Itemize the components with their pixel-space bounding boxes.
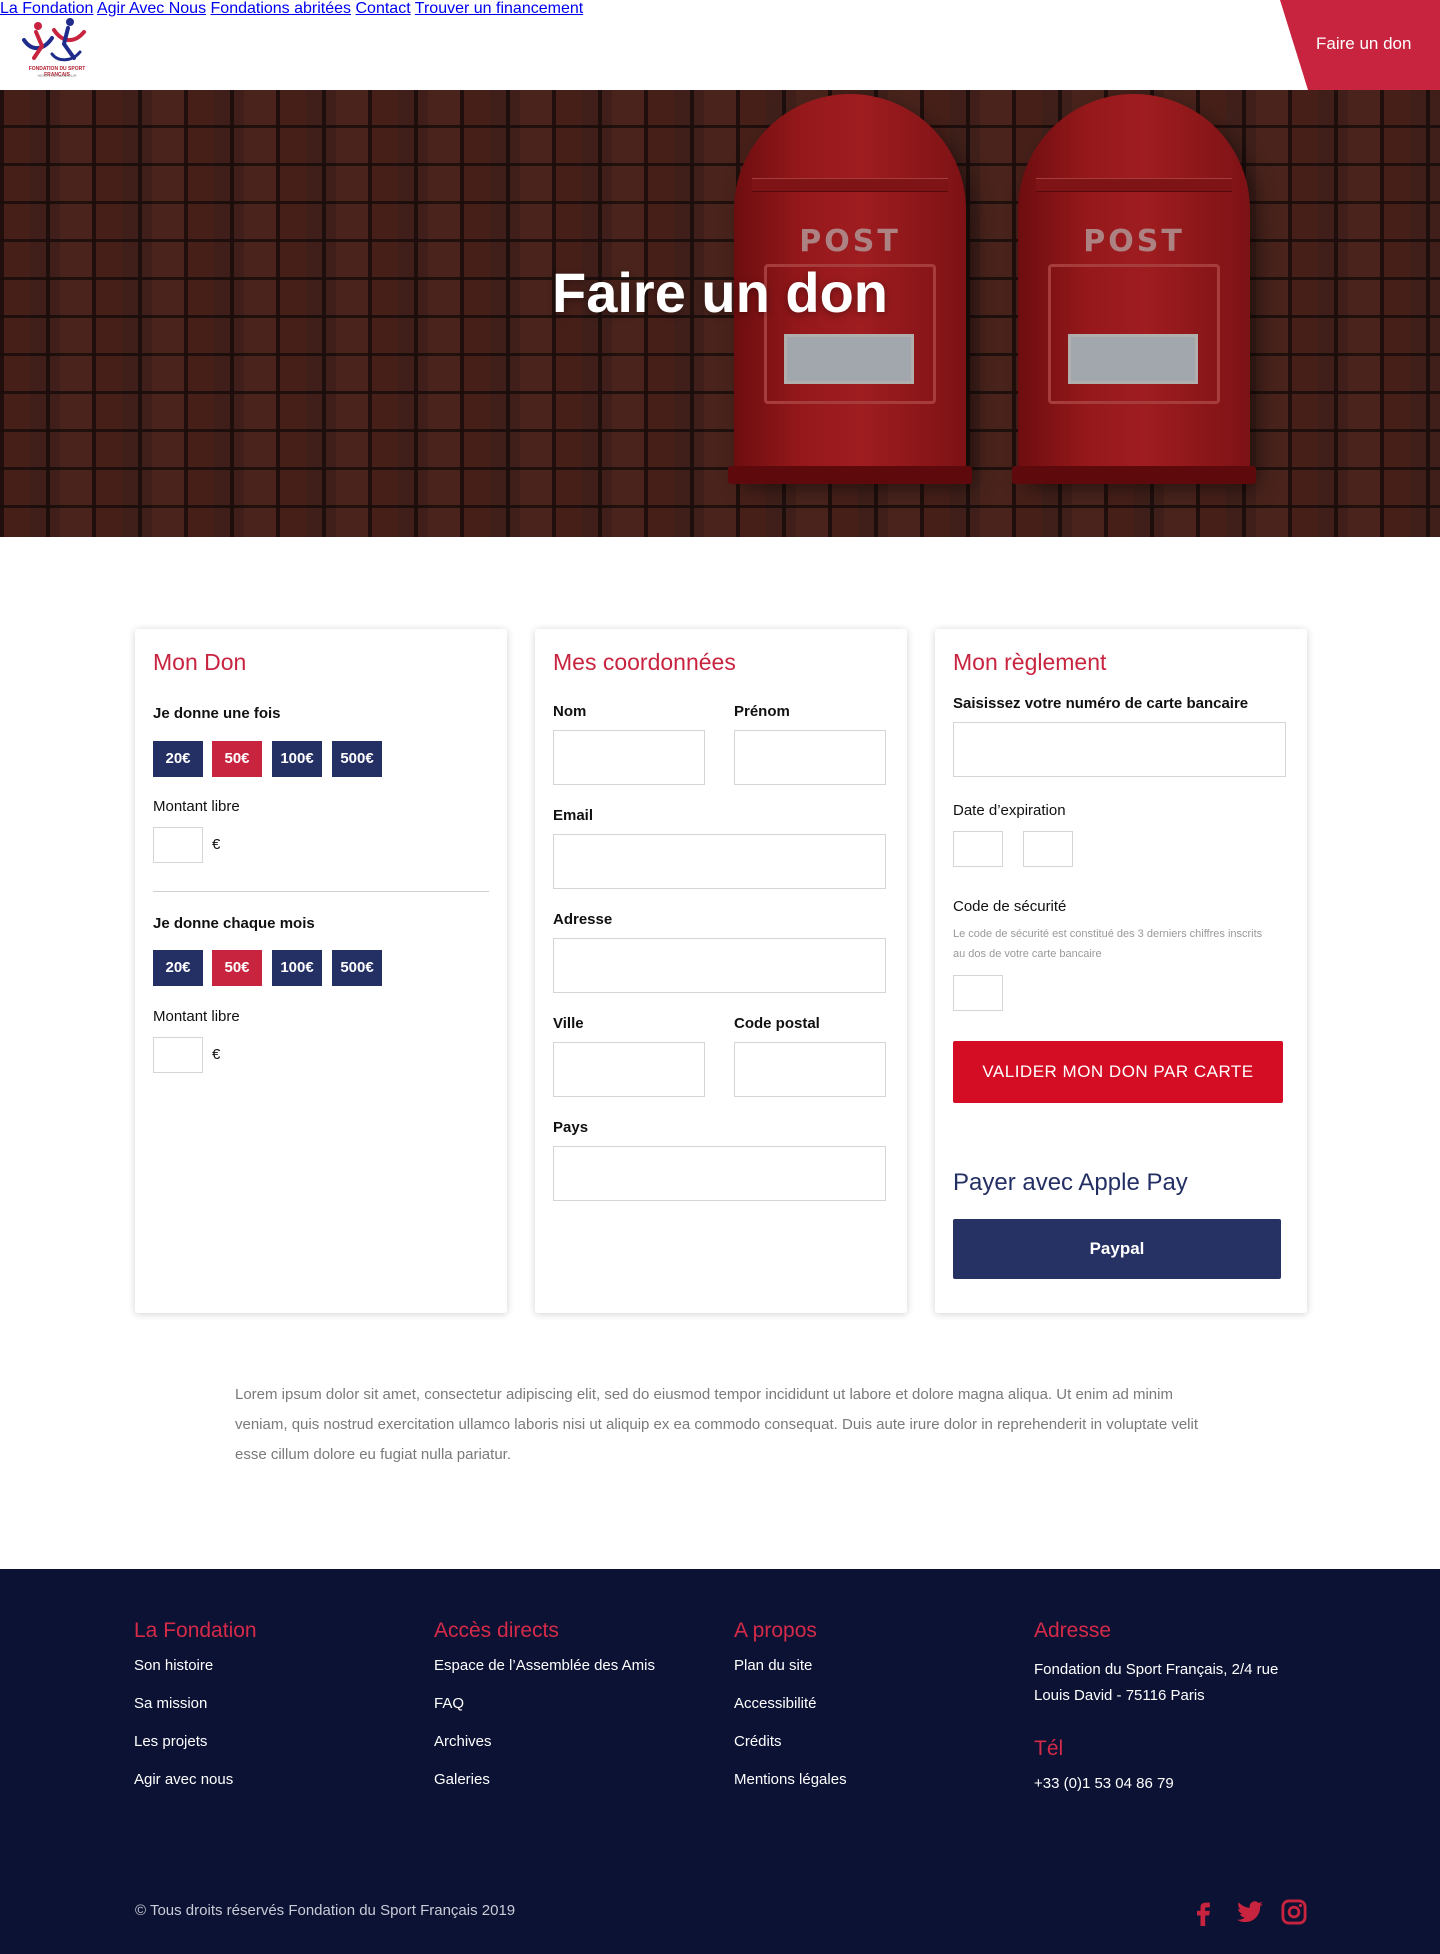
email-field[interactable] — [553, 834, 886, 889]
footer-link-accessibilite[interactable]: Accessibilité — [734, 1695, 847, 1733]
footer-col-title: La Fondation — [134, 1619, 257, 1642]
once-label: Je donne une fois — [153, 705, 281, 722]
code-postal-field[interactable] — [734, 1042, 886, 1097]
expiry-label: Date d’expiration — [953, 802, 1066, 819]
email-label: Email — [553, 807, 594, 824]
once-amount-50[interactable]: 50€ — [212, 741, 262, 777]
hero-banner: POST POST Faire un don — [0, 90, 1440, 537]
footer-link-mentions-legales[interactable]: Mentions légales — [734, 1771, 847, 1809]
page-title: Faire un don — [552, 261, 888, 324]
expiry-month-field[interactable] — [953, 831, 1003, 867]
logo-subtext: HENRI SÉRANDOUR — [37, 73, 77, 78]
ville-field[interactable] — [553, 1042, 705, 1097]
footer-link-sa-mission[interactable]: Sa mission — [134, 1695, 257, 1733]
footer-link-son-histoire[interactable]: Son histoire — [134, 1657, 257, 1695]
monthly-amount-20[interactable]: 20€ — [153, 950, 203, 986]
footer-col-apropos: A propos Plan du site Accessibilité Créd… — [734, 1619, 847, 1809]
adresse-label: Adresse — [553, 911, 613, 928]
address-title: Adresse — [1034, 1619, 1112, 1642]
footer-link-credits[interactable]: Crédits — [734, 1733, 847, 1771]
validate-card-button[interactable]: VALIDER MON DON PAR CARTE — [953, 1041, 1283, 1103]
footer-link-archives[interactable]: Archives — [434, 1733, 655, 1771]
nom-label: Nom — [553, 703, 587, 720]
header-donate-button[interactable]: Faire un don — [1280, 0, 1440, 90]
pays-label: Pays — [553, 1119, 589, 1136]
once-free-amount-input[interactable] — [153, 827, 203, 863]
divider — [153, 891, 489, 892]
once-amount-100[interactable]: 100€ — [272, 741, 322, 777]
site-footer: La Fondation Son histoire Sa mission Les… — [0, 1569, 1440, 1954]
monthly-free-amount-label: Montant libre — [153, 1008, 240, 1025]
once-free-amount-label: Montant libre — [153, 798, 240, 815]
cvv-label: Code de sécurité — [953, 898, 1067, 915]
address-text: Fondation du Sport Français, 2/4 rue Lou… — [1034, 1661, 1279, 1704]
paypal-button[interactable]: Paypal — [953, 1219, 1281, 1279]
nav-contact[interactable]: Contact — [356, 0, 411, 17]
instagram-icon[interactable] — [1280, 1898, 1308, 1926]
intro-text: Lorem ipsum dolor sit amet, consectetur … — [235, 1386, 1199, 1463]
pays-field[interactable] — [553, 1146, 886, 1201]
code-postal-label: Code postal — [734, 1015, 820, 1032]
nav-fondations-abritees[interactable]: Fondations abritées — [211, 0, 352, 17]
site-header: FONDATION DU SPORT FRANÇAIS HENRI SÉRAND… — [0, 0, 1440, 90]
tel-number[interactable]: +33 (0)1 53 04 86 79 — [1034, 1775, 1304, 1792]
footer-col-title: Accès directs — [434, 1619, 559, 1642]
footer-link-galeries[interactable]: Galeries — [434, 1771, 655, 1809]
monthly-amount-50[interactable]: 50€ — [212, 950, 262, 986]
ville-label: Ville — [553, 1015, 584, 1032]
reglement-title: Mon règlement — [953, 649, 1107, 675]
prenom-label: Prénom — [734, 703, 790, 720]
prenom-field[interactable] — [734, 730, 886, 785]
adresse-field[interactable] — [553, 938, 886, 993]
monthly-label: Je donne chaque mois — [153, 915, 315, 932]
footer-link-faq[interactable]: FAQ — [434, 1695, 655, 1733]
footer-col-acces: Accès directs Espace de l’Assemblée des … — [434, 1619, 655, 1809]
don-title: Mon Don — [153, 649, 247, 675]
footer-link-assemblee[interactable]: Espace de l’Assemblée des Amis — [434, 1657, 655, 1695]
tel-title: Tél — [1034, 1737, 1064, 1760]
cvv-field[interactable] — [953, 975, 1003, 1011]
facebook-icon[interactable] — [1190, 1898, 1218, 1926]
monthly-amount-500[interactable]: 500€ — [332, 950, 382, 986]
monthly-amount-100[interactable]: 100€ — [272, 950, 322, 986]
nav-agir-avec-nous[interactable]: Agir Avec Nous — [97, 0, 206, 17]
nav-trouver-financement[interactable]: Trouver un financement — [415, 0, 583, 17]
monthly-free-amount-input[interactable] — [153, 1037, 203, 1073]
card-number-field[interactable] — [953, 722, 1286, 777]
card-number-label: Saisissez votre numéro de carte bancaire — [953, 695, 1249, 712]
cvv-hint: Le code de sécurité est constitué des 3 … — [953, 928, 1263, 960]
once-amount-500[interactable]: 500€ — [332, 741, 382, 777]
footer-col-title: A propos — [734, 1619, 817, 1642]
header-donate-label: Faire un don — [1316, 34, 1412, 53]
twitter-icon[interactable] — [1236, 1898, 1264, 1926]
apple-pay-title: Payer avec Apple Pay — [953, 1169, 1188, 1196]
footer-col-fondation: La Fondation Son histoire Sa mission Les… — [134, 1619, 257, 1809]
copyright: © Tous droits réservés Fondation du Spor… — [135, 1902, 516, 1919]
don-card: Mon Don Je donne une fois 20€ 50€ 100€ 5… — [135, 629, 507, 1313]
coordonnees-title: Mes coordonnées — [553, 649, 736, 675]
footer-link-plan-du-site[interactable]: Plan du site — [734, 1657, 847, 1695]
footer-col-adresse: Adresse Fondation du Sport Français, 2/4… — [1034, 1619, 1304, 1792]
monthly-currency: € — [212, 1046, 221, 1063]
footer-link-les-projets[interactable]: Les projets — [134, 1733, 257, 1771]
expiry-year-field[interactable] — [1023, 831, 1073, 867]
footer-link-agir-avec-nous[interactable]: Agir avec nous — [134, 1771, 257, 1809]
coordonnees-card: Mes coordonnées Nom Prénom Email Adresse… — [535, 629, 907, 1313]
reglement-card: Mon règlement Saisissez votre numéro de … — [935, 629, 1307, 1313]
once-currency: € — [212, 836, 221, 853]
nom-field[interactable] — [553, 730, 705, 785]
once-amount-20[interactable]: 20€ — [153, 741, 203, 777]
